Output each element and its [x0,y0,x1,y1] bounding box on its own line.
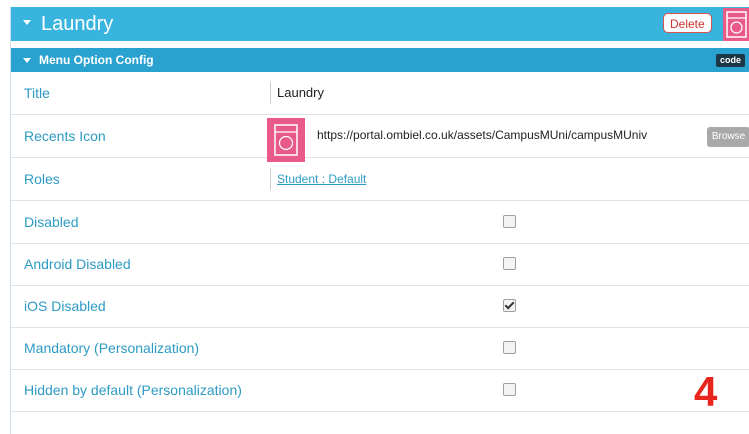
mandatory-checkbox[interactable] [503,341,516,354]
disabled-checkbox[interactable] [503,215,516,228]
field-row-hidden-by-default: Hidden by default (Personalization) [11,369,749,412]
menu-option-panel: Laundry Delete Menu Option Config code T… [10,7,749,434]
field-row-android-disabled: Android Disabled [11,243,749,286]
field-row-roles: Roles Student : Default [11,158,749,201]
panel-title: Laundry [41,13,114,35]
android-disabled-checkbox[interactable] [503,257,516,270]
washing-machine-icon [267,118,305,162]
field-label: Android Disabled [24,256,131,272]
washing-machine-icon [723,8,749,41]
field-row-recents-icon: Recents Icon https://portal.ombiel.co.uk… [11,115,749,162]
field-row-disabled: Disabled [11,201,749,244]
collapse-caret-icon[interactable] [23,58,31,63]
field-label: Title [24,85,50,101]
field-label: Disabled [24,214,79,230]
field-label: Recents Icon [24,128,106,144]
panel-header[interactable]: Laundry Delete [11,7,749,41]
role-link[interactable]: Student : Default [277,172,366,186]
field-row-title: Title Laundry [11,72,749,115]
section-title: Menu Option Config [39,53,154,67]
collapse-caret-icon[interactable] [23,20,31,25]
menu-option-config-header[interactable]: Menu Option Config code [11,48,749,72]
ios-disabled-checkbox[interactable] [503,299,516,312]
field-row-ios-disabled: iOS Disabled [11,285,749,328]
field-label: Mandatory (Personalization) [24,340,200,356]
roles-field: Student : Default [270,168,366,190]
browse-button[interactable]: Browse [707,127,749,147]
step-number-badge: 4 [694,368,718,415]
hidden-by-default-checkbox[interactable] [503,383,516,396]
delete-button[interactable]: Delete [663,13,712,33]
title-input[interactable]: Laundry [270,82,324,104]
field-label: Hidden by default (Personalization) [24,382,242,398]
recents-icon-url[interactable]: https://portal.ombiel.co.uk/assets/Campu… [317,128,707,142]
code-button[interactable]: code [716,54,746,67]
field-label: Roles [24,171,60,187]
field-label: iOS Disabled [24,298,106,314]
field-row-mandatory: Mandatory (Personalization) [11,327,749,370]
